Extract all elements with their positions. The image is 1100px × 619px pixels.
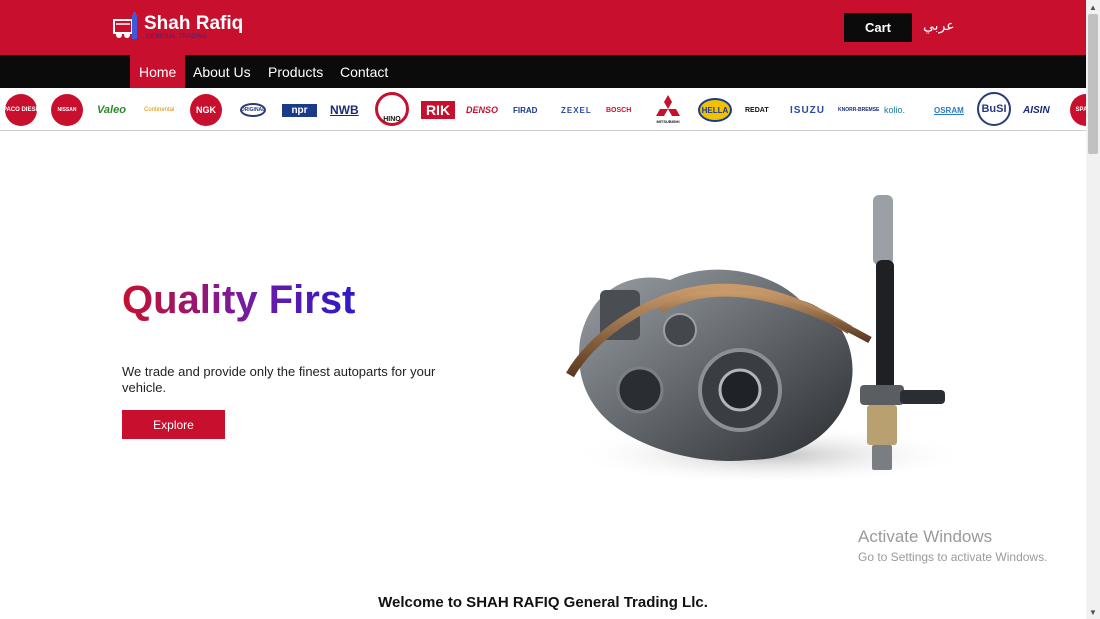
brand-logo[interactable]: KNORR-BREMSE [838, 94, 879, 126]
brand-logo[interactable]: SPACO DIESEL [0, 94, 43, 126]
welcome-heading: Welcome to SHAH RAFIQ General Trading Ll… [378, 594, 708, 611]
brand-logo[interactable]: Continental [144, 94, 174, 126]
scroll-down-icon[interactable]: ▼ [1086, 605, 1100, 619]
logo-title: Shah Rafiq [144, 13, 244, 34]
brand-logo[interactable]: DENSO [466, 94, 498, 126]
watermark-subtitle: Go to Settings to activate Windows. [858, 550, 1048, 564]
brand-logo[interactable]: OSRAM [934, 94, 964, 126]
brand-logo[interactable]: HINO [375, 92, 409, 126]
watermark-title: Activate Windows [858, 527, 993, 546]
brand-logo[interactable]: NWB [330, 94, 359, 126]
hero-description: We trade and provide only the finest aut… [122, 364, 436, 395]
scroll-up-icon[interactable]: ▲ [1086, 0, 1100, 14]
brand-logo-carousel: SPACO DIESEL NISSAN Valeo Continental NG… [0, 88, 1086, 131]
vertical-scrollbar[interactable]: ▲ ▼ [1086, 0, 1100, 619]
brand-logo[interactable]: RIK [421, 101, 455, 119]
language-switch-link[interactable]: عربي [923, 18, 955, 34]
scrollbar-thumb[interactable] [1088, 14, 1098, 154]
brand-logo[interactable]: MITSUBISHI [655, 93, 681, 125]
brand-logo[interactable]: Valeo [97, 94, 126, 126]
main-nav: Home About Us Products Contact [0, 55, 1086, 88]
page: Shah Rafiq GENERAL TRADING Cart عربي Hom… [0, 0, 1100, 619]
brand-logo-label: MITSUBISHI [656, 118, 680, 124]
brand-logo[interactable]: AISIN [1023, 94, 1050, 126]
brand-logo[interactable]: kolio. [884, 94, 905, 126]
brand-logo[interactable]: ZEXEL [561, 94, 592, 126]
brand-logo[interactable]: ORIGINAL [240, 103, 266, 117]
nav-item-about-us[interactable]: About Us [184, 55, 260, 88]
brand-logo[interactable]: BuSI [977, 92, 1011, 126]
truck-logo-icon [113, 12, 137, 39]
brand-logo[interactable]: ISUZU [790, 94, 825, 126]
cart-button[interactable]: Cart [844, 13, 912, 42]
brand-logo[interactable]: NISSAN [51, 94, 83, 126]
logo-subtitle: GENERAL TRADING [146, 34, 208, 40]
mitsubishi-diamonds-icon [656, 94, 680, 116]
windows-activation-watermark: Activate Windows Go to Settings to activ… [858, 527, 1047, 564]
brand-logo[interactable]: REDAT [745, 94, 769, 126]
brand-logo[interactable]: NGK [190, 94, 222, 126]
engine-injector-image [566, 195, 970, 485]
brand-logo[interactable]: SPACO [1070, 94, 1086, 126]
hero-title: Quality First [122, 278, 356, 322]
top-header: Shah Rafiq GENERAL TRADING Cart عربي [0, 0, 1086, 55]
brand-logo[interactable]: BOSCH [606, 94, 631, 126]
brand-logo[interactable]: npr [282, 104, 317, 117]
brand-logo[interactable]: FIRAD [513, 94, 537, 126]
nav-item-home[interactable]: Home [130, 55, 186, 88]
brand-logo[interactable]: HELLA [698, 98, 732, 122]
nav-item-products[interactable]: Products [259, 55, 332, 88]
nav-item-contact[interactable]: Contact [331, 55, 397, 88]
explore-button[interactable]: Explore [122, 410, 225, 439]
site-logo[interactable]: Shah Rafiq GENERAL TRADING [112, 10, 243, 44]
